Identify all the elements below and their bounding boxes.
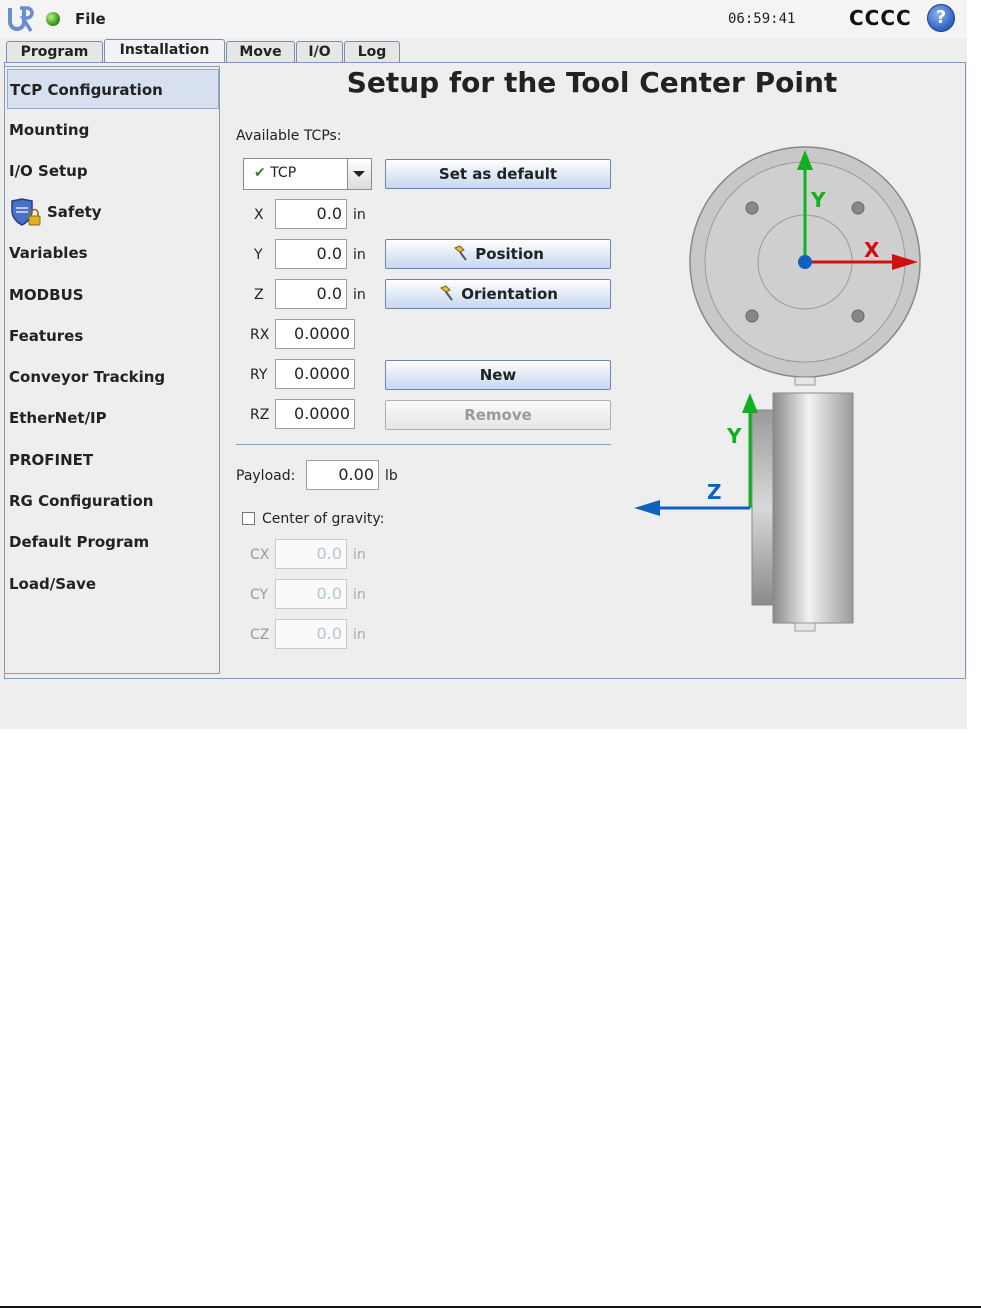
- app-window: File 06:59:41 CCCC ? Program Installatio…: [0, 0, 967, 729]
- sidebar-item-features[interactable]: Features: [7, 316, 219, 356]
- check-icon: ✔: [254, 165, 266, 181]
- orientation-button-label: Orientation: [461, 285, 558, 303]
- z-label: Z: [254, 287, 264, 303]
- section-divider: [236, 444, 611, 445]
- tcp-select[interactable]: ✔ TCP: [243, 158, 372, 190]
- shield-lock-icon: [9, 197, 43, 228]
- cog-cx-input[interactable]: 0.0: [275, 539, 347, 569]
- axis-label-z: Z: [707, 480, 722, 504]
- tab-log[interactable]: Log: [344, 41, 400, 62]
- sidebar-item-load-save[interactable]: Load/Save: [7, 564, 219, 604]
- tool-flange-diagram: Y X Y Z: [634, 146, 921, 632]
- cz-unit: in: [353, 627, 366, 643]
- payload-input[interactable]: 0.00: [306, 460, 379, 490]
- sidebar-item-tcp-configuration[interactable]: TCP Configuration: [7, 69, 219, 109]
- tab-program[interactable]: Program: [6, 41, 103, 62]
- rx-label: RX: [250, 327, 270, 343]
- set-as-default-button[interactable]: Set as default: [385, 159, 611, 189]
- position-button[interactable]: Position: [385, 239, 611, 269]
- payload-unit: lb: [385, 468, 398, 484]
- sidebar-item-safety[interactable]: Safety: [7, 192, 219, 232]
- sidebar-item-profinet[interactable]: PROFINET: [7, 440, 219, 480]
- flange-side-view: [634, 392, 854, 632]
- z-unit: in: [353, 287, 366, 303]
- x-unit: in: [353, 207, 366, 223]
- page-title: Setup for the Tool Center Point: [346, 66, 838, 99]
- axis-label-y-side: Y: [726, 424, 742, 448]
- sidebar-item-conveyor-tracking[interactable]: Conveyor Tracking: [7, 357, 219, 397]
- x-label: X: [254, 207, 264, 223]
- tcp-ry-input[interactable]: 0.0000: [275, 359, 355, 389]
- tcp-z-input[interactable]: 0.0: [275, 279, 347, 309]
- ry-label: RY: [250, 367, 268, 383]
- y-unit: in: [353, 247, 366, 263]
- center-of-gravity-label: Center of gravity:: [262, 511, 385, 527]
- tcp-x-input[interactable]: 0.0: [275, 199, 347, 229]
- orientation-button[interactable]: Orientation: [385, 279, 611, 309]
- flange-top-view: [689, 146, 921, 386]
- tab-io[interactable]: I/O: [296, 41, 343, 62]
- sidebar-item-io-setup[interactable]: I/O Setup: [7, 151, 219, 191]
- sidebar-item-mounting[interactable]: Mounting: [7, 110, 219, 150]
- sidebar-item-rg-configuration[interactable]: RG Configuration: [7, 481, 219, 521]
- center-of-gravity-checkbox[interactable]: [242, 512, 255, 525]
- cog-cz-input[interactable]: 0.0: [275, 619, 347, 649]
- available-tcps-label: Available TCPs:: [236, 128, 342, 144]
- cy-unit: in: [353, 587, 366, 603]
- help-icon[interactable]: ?: [927, 4, 955, 32]
- ur-logo-icon: [8, 6, 34, 32]
- tcp-select-value: ✔ TCP: [254, 165, 297, 181]
- installation-sidebar: TCP Configuration Mounting I/O Setup Saf…: [4, 66, 220, 674]
- top-bar: File 06:59:41 CCCC ?: [0, 0, 967, 38]
- sidebar-item-safety-label: Safety: [47, 203, 102, 221]
- wand-icon: [438, 285, 461, 303]
- sidebar-item-ethernet-ip[interactable]: EtherNet/IP: [7, 398, 219, 438]
- tcp-rz-input[interactable]: 0.0000: [275, 399, 355, 429]
- tcp-y-input[interactable]: 0.0: [275, 239, 347, 269]
- axis-label-y-top: Y: [810, 188, 826, 212]
- axis-label-x: X: [864, 238, 880, 262]
- tcp-rx-input[interactable]: 0.0000: [275, 319, 355, 349]
- cog-cy-input[interactable]: 0.0: [275, 579, 347, 609]
- file-menu[interactable]: File: [75, 10, 106, 28]
- wand-icon: [452, 245, 475, 263]
- chevron-down-icon[interactable]: [347, 159, 371, 189]
- y-label: Y: [254, 247, 263, 263]
- main-tabs: Program Installation Move I/O Log: [0, 38, 967, 63]
- new-tcp-button[interactable]: New: [385, 360, 611, 390]
- tab-installation[interactable]: Installation: [104, 39, 225, 63]
- cx-label: CX: [250, 547, 270, 563]
- remove-tcp-button[interactable]: Remove: [385, 400, 611, 430]
- sidebar-item-default-program[interactable]: Default Program: [7, 522, 219, 562]
- sidebar-item-modbus[interactable]: MODBUS: [7, 275, 219, 315]
- rz-label: RZ: [250, 407, 270, 423]
- robot-name: CCCC: [849, 6, 912, 30]
- cz-label: CZ: [250, 627, 270, 643]
- tab-move[interactable]: Move: [226, 41, 295, 62]
- cx-unit: in: [353, 547, 366, 563]
- position-button-label: Position: [475, 245, 544, 263]
- clock: 06:59:41: [728, 11, 796, 27]
- sidebar-item-variables[interactable]: Variables: [7, 233, 219, 273]
- payload-label: Payload:: [236, 468, 296, 484]
- robot-status-icon[interactable]: [46, 12, 60, 26]
- cy-label: CY: [250, 587, 269, 603]
